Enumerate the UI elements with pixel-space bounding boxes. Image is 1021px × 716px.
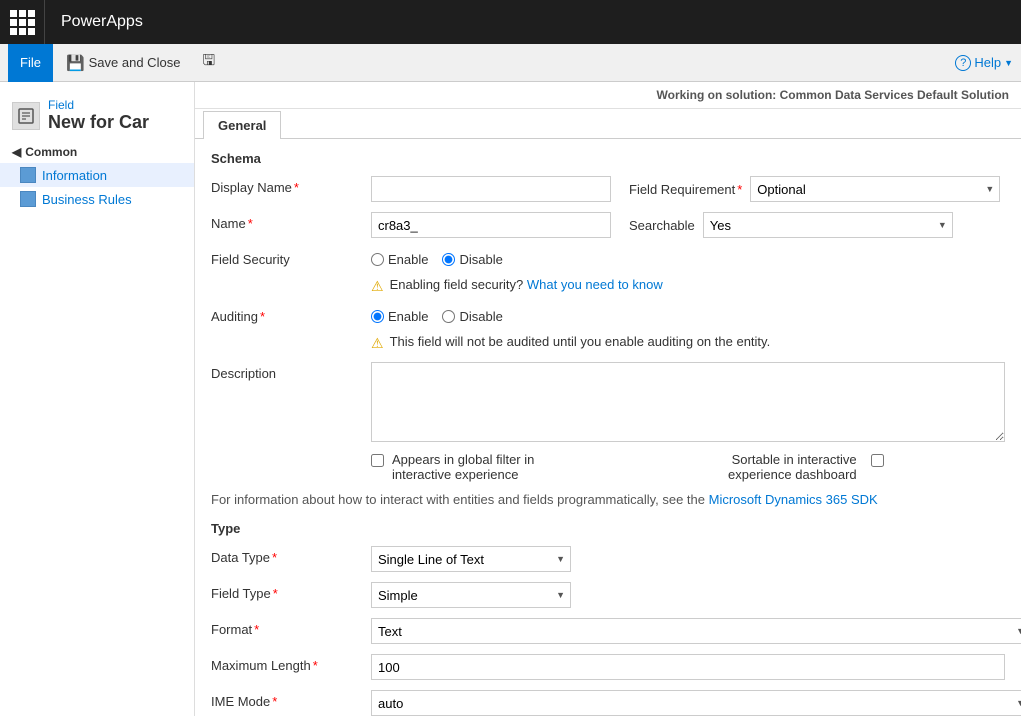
searchable-select[interactable]: Yes No [703, 212, 953, 238]
auditing-warning-icon: ⚠ [371, 335, 384, 352]
field-type-row: Field Type* Simple Calculated Rollup [211, 582, 1005, 608]
data-type-row: Data Type* Single Line of Text Whole Num… [211, 546, 1005, 572]
collapse-arrow-icon: ◀ [12, 145, 21, 159]
max-length-label: Maximum Length* [211, 654, 371, 673]
max-length-row: Maximum Length* [211, 654, 1005, 680]
top-bar: PowerApps [0, 0, 1021, 44]
nav-information-icon [20, 167, 36, 183]
auditing-label: Auditing* [211, 305, 371, 324]
solution-text: Working on solution: Common Data Service… [657, 88, 1009, 102]
format-select[interactable]: Text Email URL Ticker Symbol Phone [371, 618, 1021, 644]
help-chevron-icon: ▼ [1004, 58, 1013, 68]
auditing-row: Auditing* Enable Disable [211, 305, 1005, 324]
sortable-cell: Sortable in interactive experience dashb… [728, 452, 1005, 482]
global-filter-cell: Appears in global filter in interactive … [371, 452, 648, 482]
save-button[interactable]: 💾 Save and Close [57, 49, 189, 77]
sidebar-item-information[interactable]: Information [0, 163, 194, 187]
data-type-select[interactable]: Single Line of Text Whole Number Floatin… [371, 546, 571, 572]
auditing-warning-text: This field will not be audited until you… [390, 334, 771, 349]
global-filter-checkbox[interactable] [371, 454, 384, 467]
format-label: Format* [211, 618, 371, 637]
tabs: General [195, 111, 1021, 139]
ime-mode-row: IME Mode* auto active inactive disabled [211, 690, 1005, 716]
description-label: Description [211, 362, 371, 442]
display-name-row: Display Name* Field Requirement* Optiona… [211, 176, 1005, 202]
field-security-enable-radio[interactable] [371, 253, 384, 266]
max-length-input[interactable] [371, 654, 1005, 680]
waffle-icon [10, 10, 35, 35]
auditing-enable-radio[interactable] [371, 310, 384, 323]
nav-information-label: Information [42, 168, 107, 183]
schema-title: Schema [211, 151, 1005, 166]
description-row: Description [211, 362, 1005, 442]
field-security-disable-radio[interactable] [442, 253, 455, 266]
entity-icon [12, 102, 40, 130]
checkboxes-row: Appears in global filter in interactive … [211, 452, 1005, 482]
field-requirement-select[interactable]: Optional Business Recommended Business R… [750, 176, 1000, 202]
field-security-warning: ⚠ Enabling field security? What you need… [371, 277, 1005, 295]
form-area: Schema Display Name* Field Requirement* … [195, 139, 1021, 716]
toolbar: File 💾 Save and Close 🖫 ? Help ▼ [0, 44, 1021, 82]
field-security-radio-group: Enable Disable [371, 248, 503, 267]
info-link-row: For information about how to interact wi… [211, 492, 1005, 507]
sidebar-item-business-rules[interactable]: Business Rules [0, 187, 194, 211]
field-security-disable[interactable]: Disable [442, 252, 502, 267]
auditing-enable[interactable]: Enable [371, 309, 428, 324]
app-title: PowerApps [44, 0, 159, 44]
sidebar: Field New for Car ◀ Common Information B… [0, 82, 195, 716]
auditing-warning: ⚠ This field will not be audited until y… [371, 334, 1005, 352]
name-row: Name* Searchable Yes No [211, 212, 1005, 238]
help-label: Help [974, 55, 1001, 70]
field-security-link[interactable]: What you need to know [527, 277, 663, 292]
sortable-checkbox[interactable] [871, 454, 884, 467]
help-circle-icon: ? [955, 55, 971, 71]
waffle-button[interactable] [0, 0, 44, 44]
common-label: Common [25, 145, 77, 159]
entity-name: New for Car [48, 112, 149, 133]
common-section-header: ◀ Common [0, 137, 194, 163]
entity-header: Field New for Car [0, 90, 194, 137]
content-wrapper: Field New for Car ◀ Common Information B… [0, 82, 1021, 716]
nav-business-rules-label: Business Rules [42, 192, 132, 207]
field-requirement-label: Field Requirement* [629, 182, 742, 197]
save-icon-only-button[interactable]: 🖫 [193, 45, 224, 80]
field-type-label: Field Type* [211, 582, 371, 601]
searchable-label: Searchable [629, 218, 695, 233]
field-security-label: Field Security [211, 248, 371, 267]
entity-label: Field [48, 98, 149, 112]
auditing-radio-group: Enable Disable [371, 305, 503, 324]
description-textarea[interactable] [371, 362, 1005, 442]
toolbar-left: File 💾 Save and Close 🖫 [8, 44, 224, 82]
name-input[interactable] [371, 212, 611, 238]
ime-mode-select[interactable]: auto active inactive disabled [371, 690, 1021, 716]
save-label: Save and Close [89, 55, 181, 70]
auditing-disable-radio[interactable] [442, 310, 455, 323]
main-content: Working on solution: Common Data Service… [195, 82, 1021, 716]
warning-triangle-icon: ⚠ [371, 278, 384, 295]
display-name-input[interactable] [371, 176, 611, 202]
help-button[interactable]: ? Help ▼ [955, 55, 1013, 71]
auditing-disable[interactable]: Disable [442, 309, 502, 324]
ime-mode-label: IME Mode* [211, 690, 371, 709]
field-type-select[interactable]: Simple Calculated Rollup [371, 582, 571, 608]
field-security-enable[interactable]: Enable [371, 252, 428, 267]
nav-business-rules-icon [20, 191, 36, 207]
display-name-label: Display Name* [211, 176, 371, 195]
field-security-row: Field Security Enable Disable [211, 248, 1005, 267]
type-title: Type [211, 521, 1005, 536]
save-small-icon: 🖫 [202, 50, 215, 75]
format-row: Format* Text Email URL Ticker Symbol Pho… [211, 618, 1005, 644]
save-icon: 💾 [66, 54, 85, 72]
solution-bar: Working on solution: Common Data Service… [195, 82, 1021, 109]
name-label: Name* [211, 212, 371, 231]
dynamics-sdk-link[interactable]: Microsoft Dynamics 365 SDK [709, 492, 878, 507]
tab-general[interactable]: General [203, 111, 281, 139]
data-type-label: Data Type* [211, 546, 371, 565]
file-button[interactable]: File [8, 44, 53, 82]
